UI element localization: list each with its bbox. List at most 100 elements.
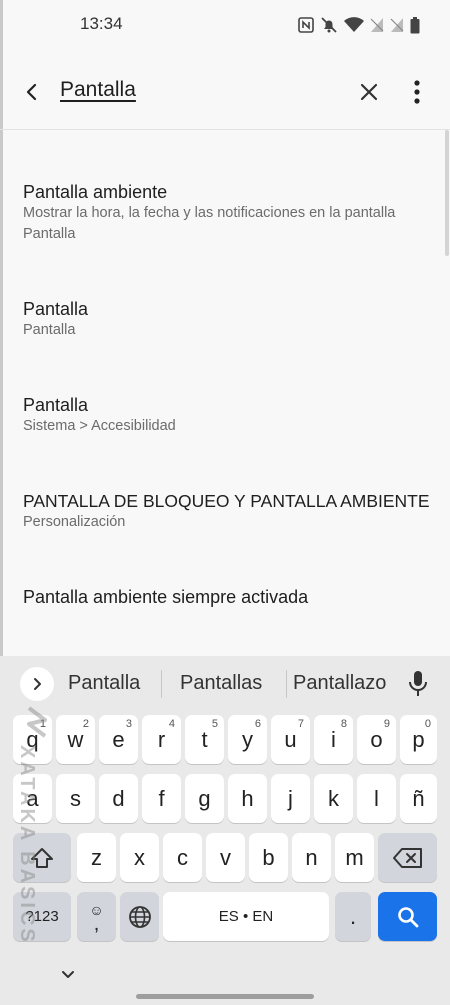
on-screen-keyboard: 1q 2w 3e 4r 5t 6y 7u 8i 9o 0p a s d f g … bbox=[0, 711, 450, 1005]
key-n-tilde[interactable]: ñ bbox=[400, 774, 437, 823]
voice-input-button[interactable] bbox=[405, 669, 431, 699]
key-label: r bbox=[157, 726, 166, 752]
status-bar: 13:34 bbox=[0, 0, 450, 52]
key-hint: 0 bbox=[424, 718, 431, 730]
suggestion-divider bbox=[286, 670, 287, 698]
key-hint: 1 bbox=[39, 718, 46, 730]
result-title: PANTALLA DE BLOQUEO Y PANTALLA AMBIENTE bbox=[23, 491, 430, 511]
emoji-comma-key[interactable]: ☺ , bbox=[77, 892, 116, 941]
key-r[interactable]: 4r bbox=[142, 715, 181, 764]
search-icon bbox=[397, 906, 418, 927]
key-label: p bbox=[412, 726, 425, 752]
more-options-button[interactable] bbox=[408, 78, 426, 106]
signal-no-sim-icon bbox=[370, 18, 384, 32]
suggestion-word[interactable]: Pantalla bbox=[68, 672, 140, 695]
key-label: u bbox=[284, 726, 297, 752]
scrollbar[interactable] bbox=[445, 130, 449, 256]
key-hint: 6 bbox=[254, 718, 261, 730]
status-time: 13:34 bbox=[80, 14, 123, 33]
key-hint: 2 bbox=[82, 718, 89, 730]
key-q[interactable]: 1q bbox=[13, 715, 52, 764]
search-key[interactable] bbox=[378, 892, 437, 941]
result-subtitle: Personalización bbox=[23, 514, 126, 530]
key-hint: 9 bbox=[383, 718, 390, 730]
key-n[interactable]: n bbox=[292, 833, 331, 882]
search-result-item[interactable]: Pantalla Pantalla bbox=[23, 298, 443, 341]
result-subtitle: Sistema > Accesibilidad bbox=[23, 418, 176, 434]
key-f[interactable]: f bbox=[142, 774, 181, 823]
chevron-down-icon bbox=[62, 971, 74, 978]
key-hint: 5 bbox=[211, 718, 218, 730]
signal-no-sim-icon bbox=[390, 18, 404, 32]
key-label: t bbox=[201, 726, 208, 752]
comma-label: , bbox=[93, 912, 100, 935]
result-subtitle: Mostrar la hora, la fecha y las notifica… bbox=[23, 205, 396, 221]
clear-search-button[interactable] bbox=[356, 79, 382, 105]
suggestion-word[interactable]: Pantallas bbox=[180, 672, 262, 695]
search-result-item[interactable]: Pantalla ambiente siempre activada bbox=[23, 586, 443, 608]
key-l[interactable]: l bbox=[357, 774, 396, 823]
suggestion-strip: Pantalla Pantallas Pantallazo bbox=[0, 656, 450, 711]
key-hint: 7 bbox=[297, 718, 304, 730]
close-icon bbox=[360, 83, 378, 101]
result-title: Pantalla ambiente bbox=[23, 182, 168, 202]
gesture-nav-bar[interactable] bbox=[136, 994, 314, 999]
result-title: Pantalla bbox=[23, 299, 89, 319]
keyboard-expand-button[interactable] bbox=[20, 667, 54, 701]
key-p[interactable]: 0p bbox=[400, 715, 437, 764]
search-result-item[interactable]: Pantalla Sistema > Accesibilidad bbox=[23, 394, 443, 437]
status-icons bbox=[298, 16, 420, 34]
key-j[interactable]: j bbox=[271, 774, 310, 823]
key-b[interactable]: b bbox=[249, 833, 288, 882]
key-i[interactable]: 8i bbox=[314, 715, 353, 764]
key-k[interactable]: k bbox=[314, 774, 353, 823]
key-e[interactable]: 3e bbox=[99, 715, 138, 764]
chevron-right-icon bbox=[34, 678, 41, 690]
language-key[interactable] bbox=[120, 892, 159, 941]
key-label: w bbox=[67, 726, 84, 752]
back-button[interactable] bbox=[18, 78, 46, 106]
key-u[interactable]: 7u bbox=[271, 715, 310, 764]
key-hint: 4 bbox=[168, 718, 175, 730]
key-a[interactable]: a bbox=[13, 774, 52, 823]
back-arrow-icon bbox=[26, 83, 37, 101]
period-key[interactable]: . bbox=[335, 892, 371, 941]
key-hint: 3 bbox=[125, 718, 132, 730]
microphone-icon bbox=[409, 671, 427, 696]
globe-icon bbox=[128, 905, 151, 928]
key-label: e bbox=[112, 726, 125, 752]
key-s[interactable]: s bbox=[56, 774, 95, 823]
key-label: i bbox=[331, 726, 336, 752]
suggestion-word[interactable]: Pantallazo bbox=[293, 672, 386, 695]
key-t[interactable]: 5t bbox=[185, 715, 224, 764]
key-label: o bbox=[370, 726, 383, 752]
key-v[interactable]: v bbox=[206, 833, 245, 882]
key-z[interactable]: z bbox=[77, 833, 116, 882]
result-title: Pantalla bbox=[23, 395, 89, 415]
key-o[interactable]: 9o bbox=[357, 715, 396, 764]
search-result-item[interactable]: PANTALLA DE BLOQUEO Y PANTALLA AMBIENTE … bbox=[23, 490, 443, 533]
shift-key[interactable] bbox=[13, 833, 71, 882]
key-c[interactable]: c bbox=[163, 833, 202, 882]
key-y[interactable]: 6y bbox=[228, 715, 267, 764]
symbols-key[interactable]: ?123 bbox=[13, 892, 71, 941]
key-g[interactable]: g bbox=[185, 774, 224, 823]
backspace-key[interactable] bbox=[378, 833, 437, 882]
result-subtitle: Pantalla bbox=[23, 322, 76, 338]
battery-icon bbox=[410, 16, 420, 33]
key-x[interactable]: x bbox=[120, 833, 159, 882]
nfc-icon bbox=[298, 17, 314, 33]
search-input[interactable]: Pantalla bbox=[60, 78, 136, 102]
search-result-item[interactable]: Pantalla ambiente Mostrar la hora, la fe… bbox=[23, 181, 443, 245]
key-m[interactable]: m bbox=[335, 833, 374, 882]
suggestion-divider bbox=[161, 670, 162, 698]
more-vert-icon bbox=[414, 80, 420, 104]
key-d[interactable]: d bbox=[99, 774, 138, 823]
key-w[interactable]: 2w bbox=[56, 715, 95, 764]
key-label: q bbox=[26, 726, 39, 752]
key-h[interactable]: h bbox=[228, 774, 267, 823]
hide-keyboard-button[interactable] bbox=[58, 967, 78, 983]
key-hint: 8 bbox=[340, 718, 347, 730]
shift-icon bbox=[31, 847, 53, 868]
space-bar[interactable]: ES • EN bbox=[163, 892, 329, 941]
